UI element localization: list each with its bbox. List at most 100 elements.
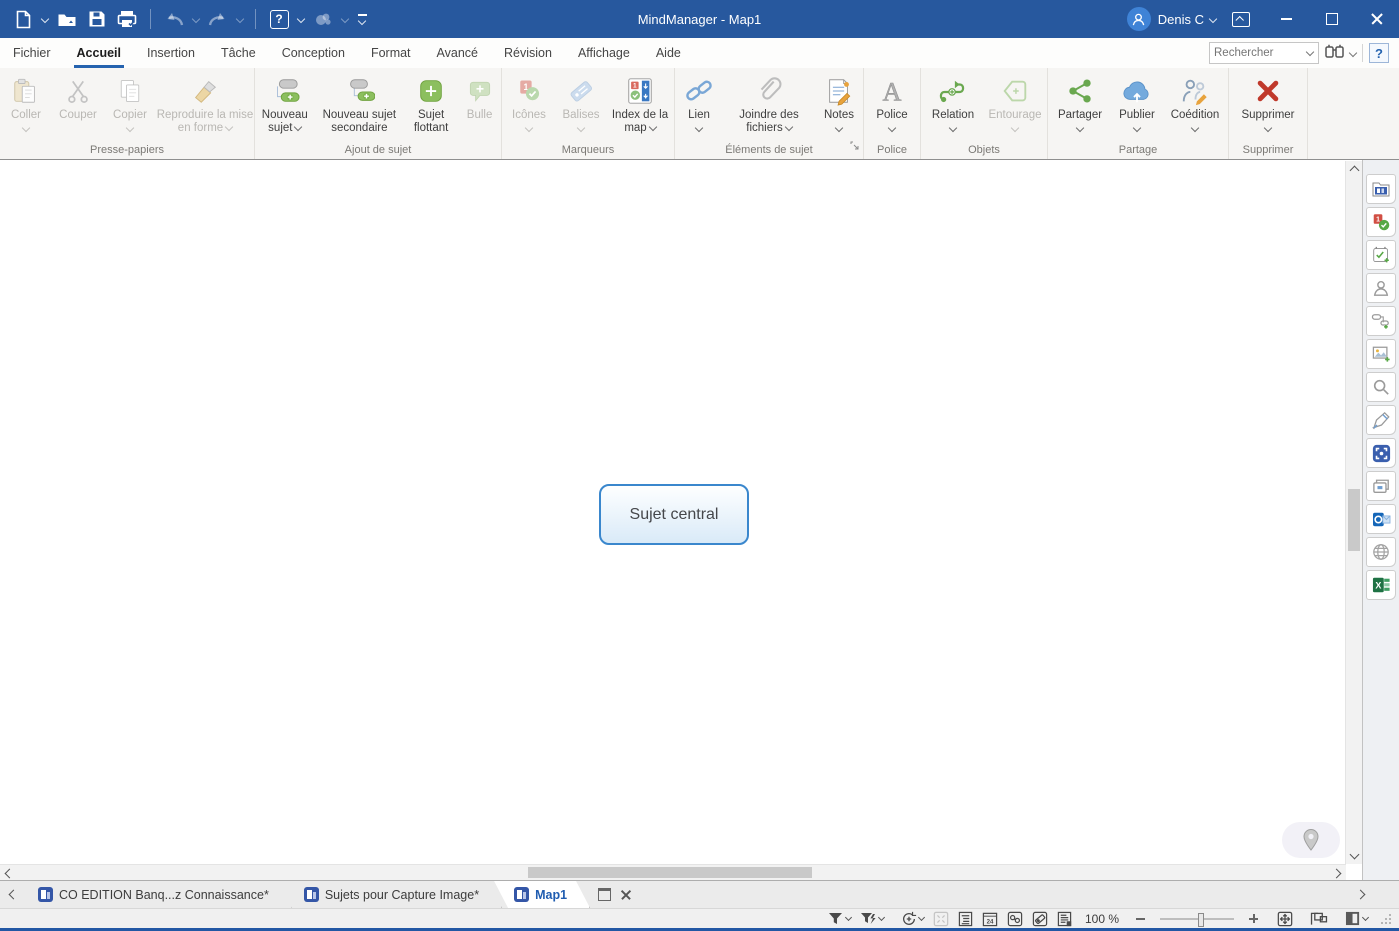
new-document-icon[interactable]	[10, 6, 36, 32]
split-view-button[interactable]	[1345, 911, 1368, 926]
resources-icon[interactable]	[1366, 273, 1396, 303]
file-management-icon[interactable]	[1366, 471, 1396, 501]
document-tab[interactable]: CO EDITION Banq...z Connaissance*	[18, 881, 292, 908]
reproduire-dropdown-icon[interactable]	[225, 123, 233, 131]
document-tab[interactable]: Sujets pour Capture Image*	[284, 881, 502, 908]
maximize-button[interactable]	[1309, 0, 1354, 38]
undo-dropdown[interactable]	[192, 15, 200, 23]
outlook-icon[interactable]	[1366, 504, 1396, 534]
copier-button[interactable]: Copier	[104, 68, 156, 142]
map-canvas[interactable]: Sujet central	[0, 160, 1362, 880]
scroll-right-icon[interactable]	[1330, 865, 1346, 881]
icones-button[interactable]: 1 Icônes	[503, 68, 555, 142]
nouveau-sujet-dropdown-icon[interactable]	[294, 123, 302, 131]
notes-dropdown-icon[interactable]	[835, 124, 843, 132]
zoom-out-button[interactable]	[1136, 918, 1145, 920]
undo-icon[interactable]	[161, 6, 187, 32]
coller-button[interactable]: Coller	[0, 68, 52, 142]
ink-tool-icon[interactable]	[310, 6, 336, 32]
tab-affichage[interactable]: Affichage	[565, 38, 643, 68]
coller-dropdown-icon[interactable]	[22, 124, 30, 132]
notes-button[interactable]: Notes	[815, 68, 863, 142]
supprimer-dropdown-icon[interactable]	[1264, 124, 1272, 132]
capture-icon[interactable]	[1366, 438, 1396, 468]
tags-view-icon[interactable]	[1032, 911, 1048, 927]
index-dropdown-icon[interactable]	[648, 123, 656, 131]
joindre-des-fichiers-button[interactable]: Joindre des fichiers	[723, 68, 815, 142]
fit-selection-icon[interactable]	[933, 911, 949, 927]
entourage-button[interactable]: Entourage	[984, 68, 1046, 142]
lien-dropdown-icon[interactable]	[695, 124, 703, 132]
sujet-flottant-button[interactable]: Sujet flottant	[404, 68, 458, 142]
fit-map-button[interactable]	[1277, 911, 1293, 927]
open-file-icon[interactable]	[54, 6, 80, 32]
resources-view-icon[interactable]	[1007, 911, 1023, 927]
web-icon[interactable]	[1366, 537, 1396, 567]
relation-button[interactable]: Relation	[922, 68, 984, 142]
tab-accueil[interactable]: Accueil	[64, 38, 134, 68]
user-dropdown[interactable]	[1209, 15, 1217, 23]
print-icon[interactable]	[114, 6, 140, 32]
police-button[interactable]: A Police	[865, 68, 919, 142]
icones-dropdown-icon[interactable]	[525, 124, 533, 132]
tab-revision[interactable]: Révision	[491, 38, 565, 68]
search-input[interactable]	[1210, 47, 1307, 59]
scroll-up-icon[interactable]	[1346, 161, 1362, 177]
ribbon-display-options-icon[interactable]	[1232, 12, 1250, 27]
balises-button[interactable]: Balises	[555, 68, 607, 142]
close-document-icon[interactable]	[621, 890, 631, 900]
bulle-button[interactable]: Bulle	[458, 68, 501, 142]
schedule-view-icon[interactable]: 24	[982, 911, 998, 927]
search-box[interactable]	[1209, 42, 1319, 64]
zoom-slider[interactable]	[1160, 918, 1234, 920]
autorefresh-button[interactable]	[901, 911, 924, 927]
dialog-launcher-icon[interactable]	[850, 138, 860, 156]
help-dropdown[interactable]	[297, 15, 305, 23]
coedition-dropdown-icon[interactable]	[1191, 124, 1199, 132]
zoom-slider-handle[interactable]	[1198, 913, 1204, 927]
map-parts-icon[interactable]	[1366, 306, 1396, 336]
redo-icon[interactable]	[205, 6, 231, 32]
quick-filter-button[interactable]	[860, 912, 884, 926]
joindre-dropdown-icon[interactable]	[784, 123, 792, 131]
publier-dropdown-icon[interactable]	[1133, 124, 1141, 132]
police-dropdown-icon[interactable]	[888, 124, 896, 132]
customize-quick-access-icon[interactable]	[354, 6, 370, 32]
marker-icons-icon[interactable]: 1	[1366, 207, 1396, 237]
find-dropdown-icon[interactable]	[1349, 49, 1357, 57]
restore-document-icon[interactable]	[598, 888, 611, 901]
vertical-scroll-thumb[interactable]	[1348, 489, 1360, 551]
task-info-icon[interactable]	[1366, 240, 1396, 270]
tab-tache[interactable]: Tâche	[208, 38, 269, 68]
presentation-layout-button[interactable]	[1310, 912, 1328, 926]
partager-dropdown-icon[interactable]	[1076, 124, 1084, 132]
copier-dropdown-icon[interactable]	[126, 124, 134, 132]
central-topic[interactable]: Sujet central	[599, 484, 749, 545]
tab-avance[interactable]: Avancé	[424, 38, 491, 68]
filter-button[interactable]	[828, 912, 851, 926]
redo-dropdown[interactable]	[236, 15, 244, 23]
image-library-icon[interactable]	[1366, 339, 1396, 369]
tab-insertion[interactable]: Insertion	[134, 38, 208, 68]
index-de-la-map-button[interactable]: 1 Index de la map	[607, 68, 673, 142]
supprimer-button[interactable]: Supprimer	[1233, 68, 1303, 142]
location-pin-button[interactable]	[1282, 822, 1340, 858]
outline-view-icon[interactable]	[958, 911, 973, 927]
search-dropdown-icon[interactable]	[1306, 48, 1314, 56]
avatar[interactable]	[1127, 7, 1151, 31]
publier-button[interactable]: Publier	[1110, 68, 1164, 142]
vertical-scrollbar[interactable]	[1345, 161, 1362, 864]
balises-dropdown-icon[interactable]	[577, 124, 585, 132]
resize-grip[interactable]	[1381, 914, 1391, 924]
scroll-down-icon[interactable]	[1346, 848, 1362, 864]
partager-button[interactable]: Partager	[1050, 68, 1110, 142]
excel-icon[interactable]: X	[1366, 570, 1396, 600]
find-binoculars-icon[interactable]	[1325, 43, 1344, 63]
help-icon[interactable]: ?	[266, 6, 292, 32]
relation-dropdown-icon[interactable]	[949, 124, 957, 132]
entourage-dropdown-icon[interactable]	[1011, 124, 1019, 132]
ribbon-help-button[interactable]: ?	[1369, 43, 1389, 63]
nouveau-sujet-button[interactable]: Nouveau sujet	[255, 68, 315, 142]
search-icon[interactable]	[1366, 372, 1396, 402]
index-view-icon[interactable]	[1057, 911, 1072, 927]
